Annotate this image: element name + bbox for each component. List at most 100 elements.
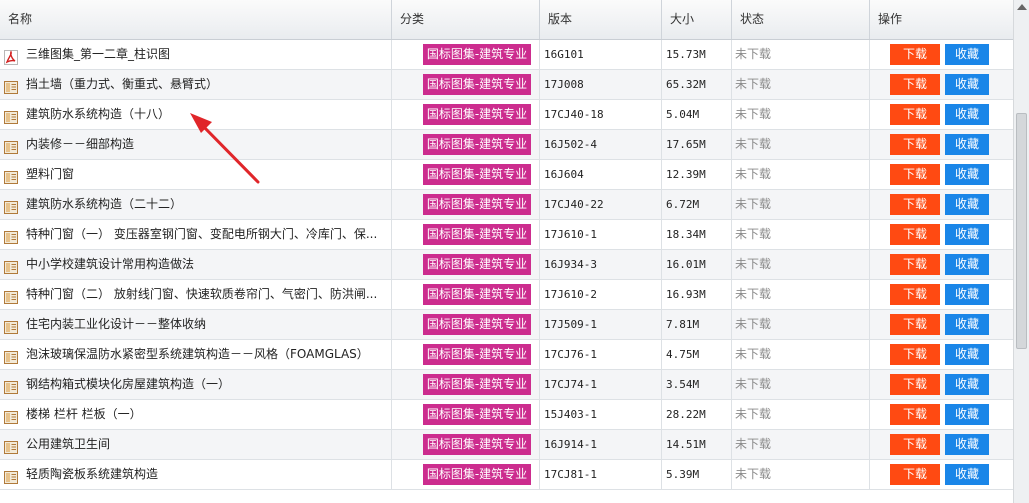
favorite-button[interactable]: 收藏 xyxy=(945,74,989,95)
cell-category: 国标图集-建筑专业 xyxy=(392,220,540,249)
table-row[interactable]: 内装修－－细部构造 国标图集-建筑专业 16J502-4 17.65M 未下载 下载 收藏 xyxy=(0,130,1013,160)
category-badge: 国标图集-建筑专业 xyxy=(423,374,531,395)
favorite-button[interactable]: 收藏 xyxy=(945,374,989,395)
cell-actions: 下载 收藏 xyxy=(870,280,1013,309)
favorite-button[interactable]: 收藏 xyxy=(945,344,989,365)
cell-size: 5.04M xyxy=(662,100,732,129)
favorite-button[interactable]: 收藏 xyxy=(945,134,989,155)
download-button[interactable]: 下载 xyxy=(890,464,940,485)
cell-category: 国标图集-建筑专业 xyxy=(392,310,540,339)
cell-size: 4.75M xyxy=(662,340,732,369)
table-row[interactable]: 轻质陶瓷板系统建筑构造 国标图集-建筑专业 17CJ81-1 5.39M 未下载 下载 收藏 xyxy=(0,460,1013,490)
scroll-up-icon[interactable] xyxy=(1017,4,1027,10)
cell-name: 泡沫玻璃保温防水紧密型系统建筑构造－－风格（FOAMGLAS） xyxy=(0,340,392,369)
cell-name: 塑料门窗 xyxy=(0,160,392,189)
favorite-button[interactable]: 收藏 xyxy=(945,194,989,215)
cell-version: 16J914-1 xyxy=(540,430,662,459)
category-badge: 国标图集-建筑专业 xyxy=(423,164,531,185)
download-button[interactable]: 下载 xyxy=(890,134,940,155)
category-badge: 国标图集-建筑专业 xyxy=(423,134,531,155)
category-badge: 国标图集-建筑专业 xyxy=(423,194,531,215)
pdf-icon xyxy=(4,47,18,65)
cell-actions: 下载 收藏 xyxy=(870,430,1013,459)
category-badge: 国标图集-建筑专业 xyxy=(423,74,531,95)
category-badge: 国标图集-建筑专业 xyxy=(423,44,531,65)
favorite-button[interactable]: 收藏 xyxy=(945,254,989,275)
favorite-button[interactable]: 收藏 xyxy=(945,464,989,485)
cell-size: 15.73M xyxy=(662,40,732,69)
cell-size: 6.72M xyxy=(662,190,732,219)
cell-version: 16J502-4 xyxy=(540,130,662,159)
scroll-thumb[interactable] xyxy=(1016,113,1027,349)
cell-category: 国标图集-建筑专业 xyxy=(392,100,540,129)
table-row[interactable]: 特种门窗（一） 变压器室钢门窗、变配电所钢大门、冷库门、保... 国标图集-建筑专… xyxy=(0,220,1013,250)
table-row[interactable]: 中小学校建筑设计常用构造做法 国标图集-建筑专业 16J934-3 16.01M 未下载… xyxy=(0,250,1013,280)
cell-category: 国标图集-建筑专业 xyxy=(392,340,540,369)
cell-name: 特种门窗（二） 放射线门窗、快速软质卷帘门、气密门、防洪闸... xyxy=(0,280,392,309)
download-button[interactable]: 下载 xyxy=(890,284,940,305)
cell-actions: 下载 收藏 xyxy=(870,160,1013,189)
column-header-size[interactable]: 大小 xyxy=(662,0,732,39)
book-icon xyxy=(4,257,18,274)
favorite-button[interactable]: 收藏 xyxy=(945,164,989,185)
cell-category: 国标图集-建筑专业 xyxy=(392,370,540,399)
download-button[interactable]: 下载 xyxy=(890,74,940,95)
cell-name: 内装修－－细部构造 xyxy=(0,130,392,159)
file-name: 轻质陶瓷板系统建筑构造 xyxy=(26,467,159,481)
download-button[interactable]: 下载 xyxy=(890,374,940,395)
cell-version: 17CJ81-1 xyxy=(540,460,662,489)
download-button[interactable]: 下载 xyxy=(890,404,940,425)
cell-name: 楼梯 栏杆 栏板（一） xyxy=(0,400,392,429)
file-name: 中小学校建筑设计常用构造做法 xyxy=(26,257,195,271)
column-header-version[interactable]: 版本 xyxy=(540,0,662,39)
favorite-button[interactable]: 收藏 xyxy=(945,404,989,425)
table-row[interactable]: 建筑防水系统构造（二十二） 国标图集-建筑专业 17CJ40-22 6.72M 未下载下… xyxy=(0,190,1013,220)
cell-category: 国标图集-建筑专业 xyxy=(392,40,540,69)
cell-status: 未下载 xyxy=(732,310,870,339)
download-button[interactable]: 下载 xyxy=(890,314,940,335)
column-header-category[interactable]: 分类 xyxy=(392,0,540,39)
table-row[interactable]: 建筑防水系统构造（十八） 国标图集-建筑专业 17CJ40-18 5.04M 未下载 下载… xyxy=(0,100,1013,130)
download-button[interactable]: 下载 xyxy=(890,224,940,245)
book-icon xyxy=(4,347,18,364)
column-header-status[interactable]: 状态 xyxy=(732,0,870,39)
favorite-button[interactable]: 收藏 xyxy=(945,284,989,305)
cell-name: 特种门窗（一） 变压器室钢门窗、变配电所钢大门、冷库门、保... xyxy=(0,220,392,249)
download-button[interactable]: 下载 xyxy=(890,344,940,365)
cell-status: 未下载 xyxy=(732,100,870,129)
cell-status: 未下载 xyxy=(732,250,870,279)
category-badge: 国标图集-建筑专业 xyxy=(423,434,531,455)
download-button[interactable]: 下载 xyxy=(890,254,940,275)
download-button[interactable]: 下载 xyxy=(890,194,940,215)
cell-version: 16G101 xyxy=(540,40,662,69)
table-row[interactable]: 泡沫玻璃保温防水紧密型系统建筑构造－－风格（FOAMGLAS） 国标图集-建筑专业… xyxy=(0,340,1013,370)
download-button[interactable]: 下载 xyxy=(890,44,940,65)
favorite-button[interactable]: 收藏 xyxy=(945,44,989,65)
table-row[interactable]: 住宅内装工业化设计－－整体收纳 国标图集-建筑专业 17J509-1 7.81M 未下载… xyxy=(0,310,1013,340)
cell-category: 国标图集-建筑专业 xyxy=(392,70,540,99)
cell-version: 17CJ74-1 xyxy=(540,370,662,399)
table-row[interactable]: 塑料门窗 国标图集-建筑专业 16J604 12.39M 未下载 下载 收藏 xyxy=(0,160,1013,190)
table-row[interactable]: 三维图集_第一二章_柱识图 国标图集-建筑专业 16G101 15.73M 未下载 下载收… xyxy=(0,40,1013,70)
cell-version: 17CJ40-22 xyxy=(540,190,662,219)
cell-name: 公用建筑卫生间 xyxy=(0,430,392,459)
table-row[interactable]: 挡土墙（重力式、衡重式、悬臂式） 国标图集-建筑专业 17J008 65.32M 未下载… xyxy=(0,70,1013,100)
cell-actions: 下载 收藏 xyxy=(870,400,1013,429)
column-header-name[interactable]: 名称 xyxy=(0,0,392,39)
favorite-button[interactable]: 收藏 xyxy=(945,314,989,335)
download-button[interactable]: 下载 xyxy=(890,164,940,185)
cell-size: 3.54M xyxy=(662,370,732,399)
table-row[interactable]: 特种门窗（二） 放射线门窗、快速软质卷帘门、气密门、防洪闸... 国标图集-建筑专… xyxy=(0,280,1013,310)
download-button[interactable]: 下载 xyxy=(890,434,940,455)
book-icon xyxy=(4,467,18,484)
favorite-button[interactable]: 收藏 xyxy=(945,104,989,125)
table-row[interactable]: 钢结构箱式模块化房屋建筑构造（一） 国标图集-建筑专业 17CJ74-1 3.54M 未… xyxy=(0,370,1013,400)
vertical-scrollbar[interactable] xyxy=(1013,0,1029,503)
cell-category: 国标图集-建筑专业 xyxy=(392,280,540,309)
file-name: 特种门窗（二） 放射线门窗、快速软质卷帘门、气密门、防洪闸... xyxy=(26,287,378,301)
download-button[interactable]: 下载 xyxy=(890,104,940,125)
favorite-button[interactable]: 收藏 xyxy=(945,434,989,455)
favorite-button[interactable]: 收藏 xyxy=(945,224,989,245)
table-row[interactable]: 公用建筑卫生间 国标图集-建筑专业 16J914-1 14.51M 未下载 下载 收藏 xyxy=(0,430,1013,460)
table-row[interactable]: 楼梯 栏杆 栏板（一） 国标图集-建筑专业 15J403-1 28.22M 未下载 下载收… xyxy=(0,400,1013,430)
